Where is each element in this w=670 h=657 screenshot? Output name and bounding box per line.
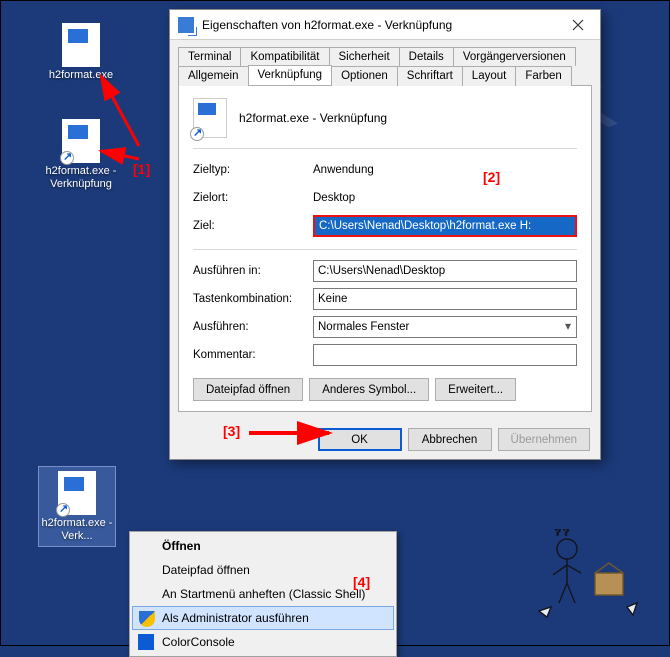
ctx-colorconsole[interactable]: ColorConsole [132,630,394,654]
label-zielort: Zielort: [193,192,313,204]
value-zieltyp: Anwendung [313,164,374,176]
label-ausfuehren: Ausführen: [193,321,313,333]
label-ausfuehren-in: Ausführen in: [193,265,313,277]
shortcut-icon [58,471,96,515]
tab-optionen[interactable]: Optionen [331,66,398,86]
input-ausfuehren-in[interactable] [313,260,577,282]
titlebar[interactable]: Eigenschaften von h2format.exe - Verknüp… [170,10,600,40]
icon-label: h2format.exe [43,69,119,82]
apply-button: Übernehmen [498,428,590,451]
annotation-marker-1: [1] [133,161,150,177]
desktop-icon-h2format-shortcut[interactable]: h2format.exe - Verknüpfung [43,119,119,190]
ctx-run-as-admin[interactable]: Als Administrator ausführen [132,606,394,630]
properties-dialog: Eigenschaften von h2format.exe - Verknüp… [169,9,601,460]
shortcut-name: h2format.exe - Verknüpfung [239,111,387,125]
select-ausfuehren[interactable]: Normales Fenster [313,316,577,338]
tab-panel: h2format.exe - Verknüpfung Zieltyp: Anwe… [178,86,592,412]
tab-kompatibilitaet[interactable]: Kompatibilität [240,47,329,66]
input-ziel[interactable] [313,215,577,237]
file-icon [62,23,100,67]
icon-label-line1: h2format.exe - [43,165,119,178]
input-tastenkombination[interactable] [313,288,577,310]
tab-layout[interactable]: Layout [462,66,517,86]
change-icon-button[interactable]: Anderes Symbol... [309,378,429,401]
tab-farben[interactable]: Farben [515,66,571,86]
svg-text:? ?: ? ? [555,529,569,538]
shortcut-icon [193,98,227,138]
close-button[interactable] [556,10,600,40]
tab-verknuepfung[interactable]: Verknüpfung [248,65,333,85]
advanced-button[interactable]: Erweitert... [435,378,516,401]
icon-label-line2: Verknüpfung [43,178,119,191]
close-icon [572,19,584,31]
window-title: Eigenschaften von h2format.exe - Verknüp… [202,18,556,32]
annotation-marker-3: [3] [223,423,240,439]
shortcut-icon [178,17,194,33]
tab-terminal[interactable]: Terminal [178,47,241,66]
label-zieltyp: Zieltyp: [193,164,313,176]
open-file-location-button[interactable]: Dateipfad öffnen [193,378,303,401]
action-button-row: Dateipfad öffnen Anderes Symbol... Erwei… [193,378,577,401]
tab-sicherheit[interactable]: Sicherheit [329,47,400,66]
icon-label-line1: h2format.exe - [41,517,113,530]
context-menu: Öffnen Dateipfad öffnen An Startmenü anh… [129,531,397,657]
annotation-marker-4: [4] [353,574,370,590]
icon-label-line2: Verk... [41,530,113,543]
ok-button[interactable]: OK [318,428,402,451]
label-tastenkombination: Tastenkombination: [193,293,313,305]
panel-header: h2format.exe - Verknüpfung [193,98,577,138]
value-zielort: Desktop [313,192,355,204]
desktop-icon-h2format-shortcut-selected[interactable]: h2format.exe - Verk... [39,467,115,546]
doodle-illustration: ? ? [533,529,643,619]
label-ziel: Ziel: [193,220,313,232]
cancel-button[interactable]: Abbrechen [408,428,492,451]
shield-icon [139,611,155,627]
annotation-marker-2: [2] [483,169,500,185]
tab-schriftart[interactable]: Schriftart [397,66,463,86]
tab-strip: Terminal Kompatibilität Sicherheit Detai… [178,46,592,86]
separator [193,148,577,149]
label-kommentar: Kommentar: [193,349,313,361]
tab-allgemein[interactable]: Allgemein [178,66,249,86]
input-kommentar[interactable] [313,344,577,366]
desktop-icon-h2format[interactable]: h2format.exe [43,23,119,82]
tab-vorgaengerversionen[interactable]: Vorgängerversionen [453,47,576,66]
colorconsole-icon [138,634,154,650]
tab-details[interactable]: Details [399,47,454,66]
ctx-open[interactable]: Öffnen [132,534,394,558]
separator [193,249,577,250]
shortcut-icon [62,119,100,163]
